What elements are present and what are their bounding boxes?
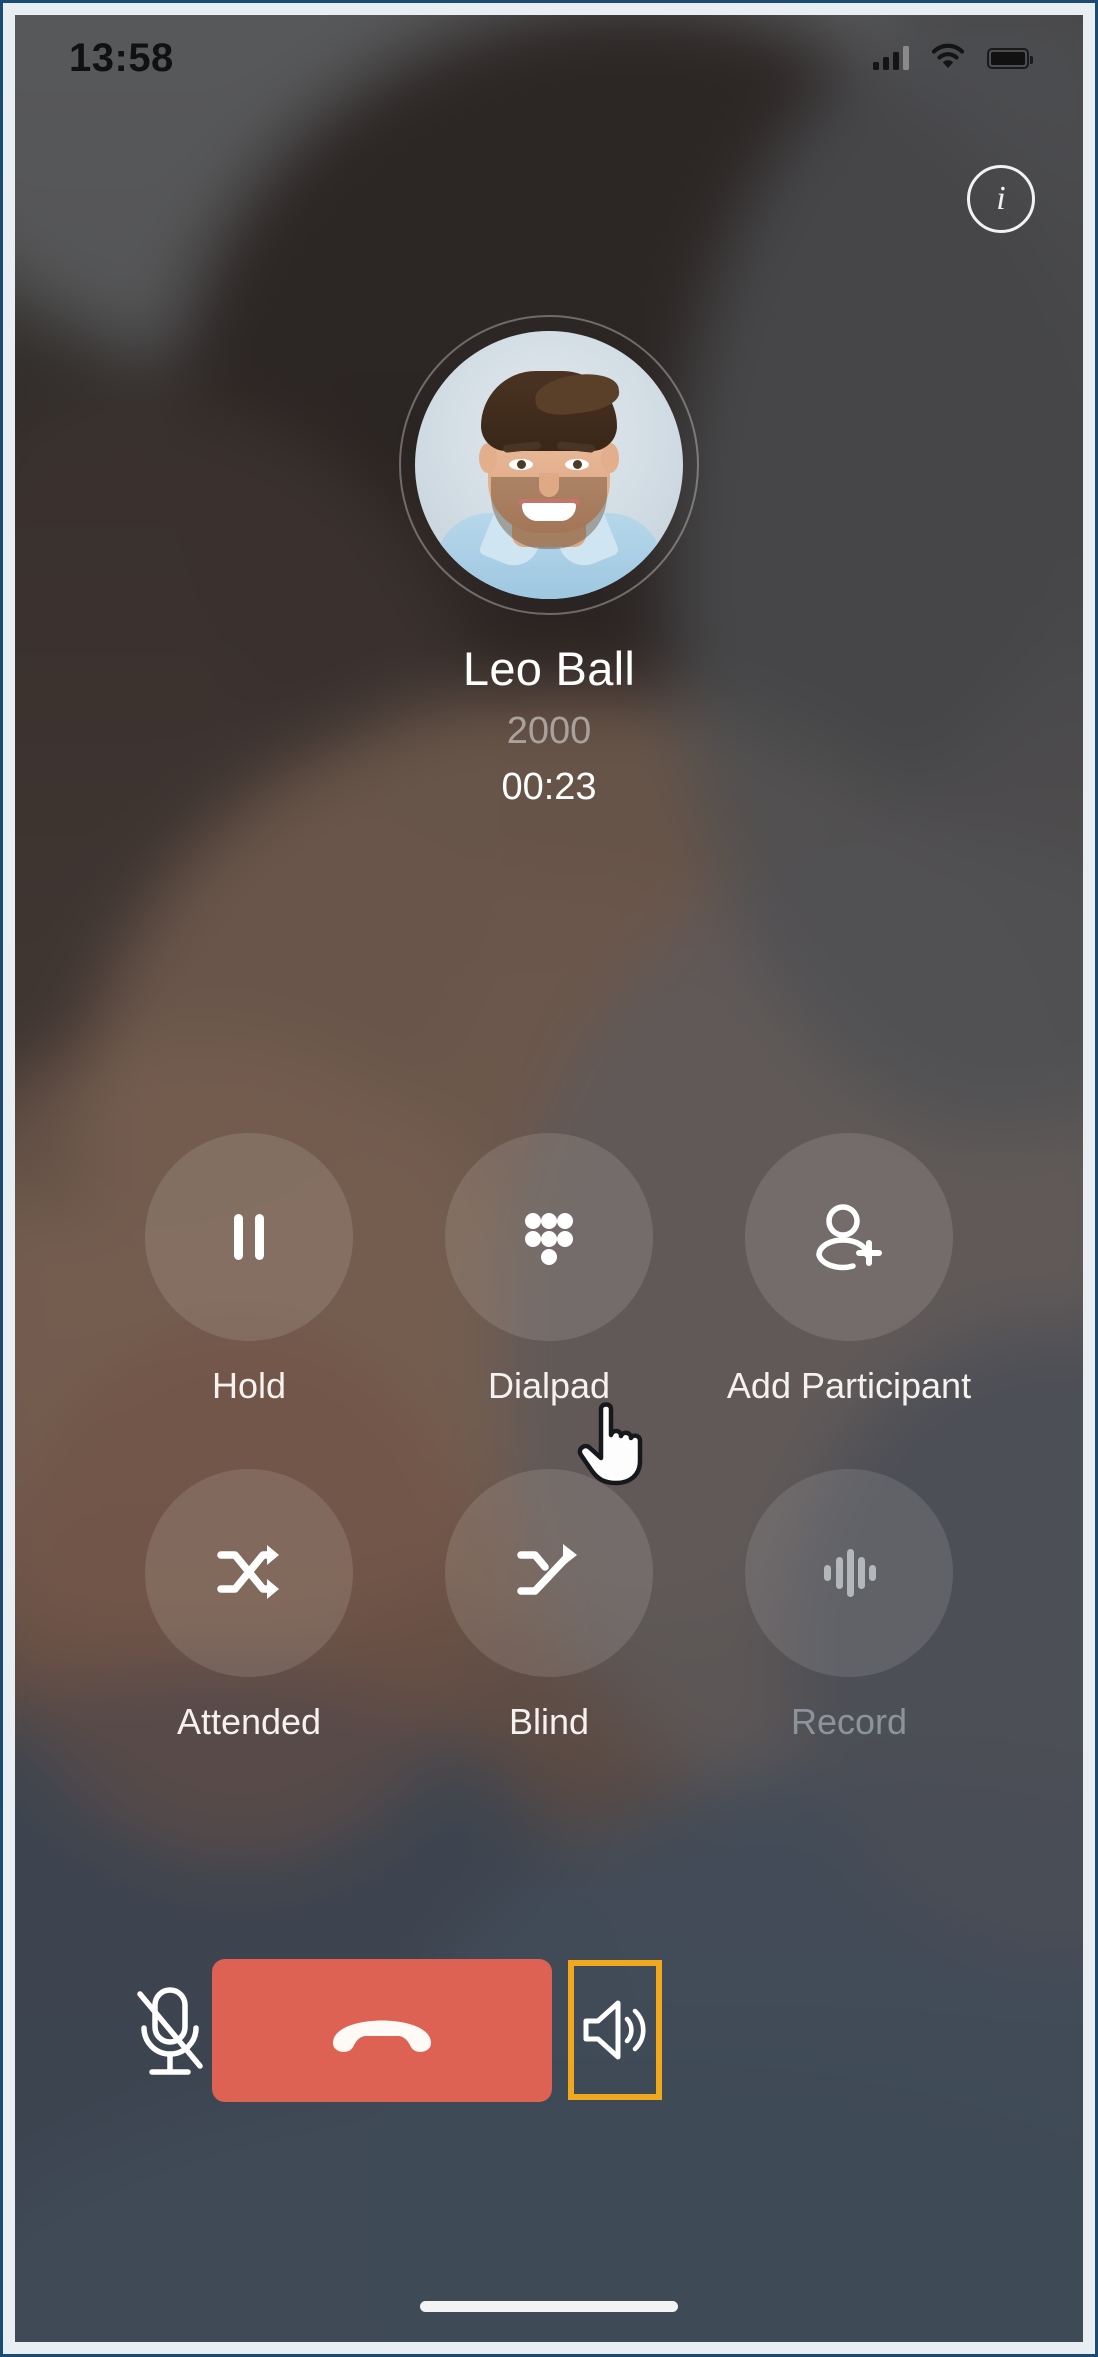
hangup-button[interactable] xyxy=(212,1959,552,2102)
pointing-hand-cursor xyxy=(575,1397,649,1487)
caller-name: Leo Ball xyxy=(462,642,636,695)
avatar xyxy=(415,331,683,599)
status-bar: 13:58 xyxy=(15,15,1083,101)
microphone-muted-icon xyxy=(137,1987,203,2075)
action-attended[interactable]: Attended xyxy=(124,1469,374,1743)
action-record-label: Record xyxy=(790,1701,908,1742)
action-add-participant-label: Add Participant xyxy=(726,1365,972,1406)
action-hold[interactable]: Hold xyxy=(124,1133,374,1407)
action-dialpad[interactable]: Dialpad xyxy=(424,1133,674,1407)
action-blind[interactable]: Blind xyxy=(424,1469,674,1743)
action-attended-circle[interactable] xyxy=(145,1469,353,1677)
avatar-ring xyxy=(399,315,699,615)
pause-icon xyxy=(234,1214,264,1260)
call-duration: 00:23 xyxy=(501,766,597,808)
caller-number: 2000 xyxy=(506,710,592,752)
action-dialpad-circle[interactable] xyxy=(445,1133,653,1341)
waveform-icon xyxy=(824,1549,876,1597)
action-hold-label: Hold xyxy=(211,1365,287,1406)
battery-icon xyxy=(987,47,1033,69)
phone-down-icon xyxy=(333,2020,431,2052)
action-add-participant-circle[interactable] xyxy=(745,1133,953,1341)
shuffle-arrows-icon xyxy=(217,1545,279,1599)
caller-info: Leo Ball 2000 00:23 xyxy=(15,315,1083,809)
dialpad-icon xyxy=(525,1213,573,1265)
action-blind-label: Blind xyxy=(508,1701,590,1742)
screenshot-frame: 13:58 i Leo Ball 2000 00:23 Hold Dialpad… xyxy=(0,0,1098,2357)
cellular-signal-icon xyxy=(873,46,909,70)
action-blind-circle[interactable] xyxy=(445,1469,653,1677)
info-icon: i xyxy=(996,180,1006,217)
action-attended-label: Attended xyxy=(176,1701,322,1742)
speaker-wave-icon xyxy=(583,2000,646,2060)
phone-screen: 13:58 i Leo Ball 2000 00:23 Hold Dialpad… xyxy=(15,15,1083,2342)
action-add-participant[interactable]: Add Participant xyxy=(724,1133,974,1407)
call-actions-row-2: Attended Blind Record xyxy=(15,1469,1083,1743)
home-indicator xyxy=(420,2301,678,2312)
diverge-arrow-icon xyxy=(517,1544,577,1595)
wifi-icon xyxy=(931,43,965,74)
action-hold-circle[interactable] xyxy=(145,1133,353,1341)
action-record-circle[interactable] xyxy=(745,1469,953,1677)
info-button[interactable]: i xyxy=(967,165,1035,233)
action-record[interactable]: Record xyxy=(724,1469,974,1743)
call-bottom-bar xyxy=(15,1950,1083,2130)
status-bar-icons xyxy=(873,43,1033,74)
call-actions-row-1: Hold Dialpad Add Participant xyxy=(15,1133,1083,1407)
call-actions-grid: Hold Dialpad Add Participant Attended Bl… xyxy=(15,1133,1083,1805)
status-bar-clock: 13:58 xyxy=(69,35,174,80)
speaker-button[interactable] xyxy=(568,1960,662,2100)
person-plus-icon xyxy=(816,1204,882,1271)
